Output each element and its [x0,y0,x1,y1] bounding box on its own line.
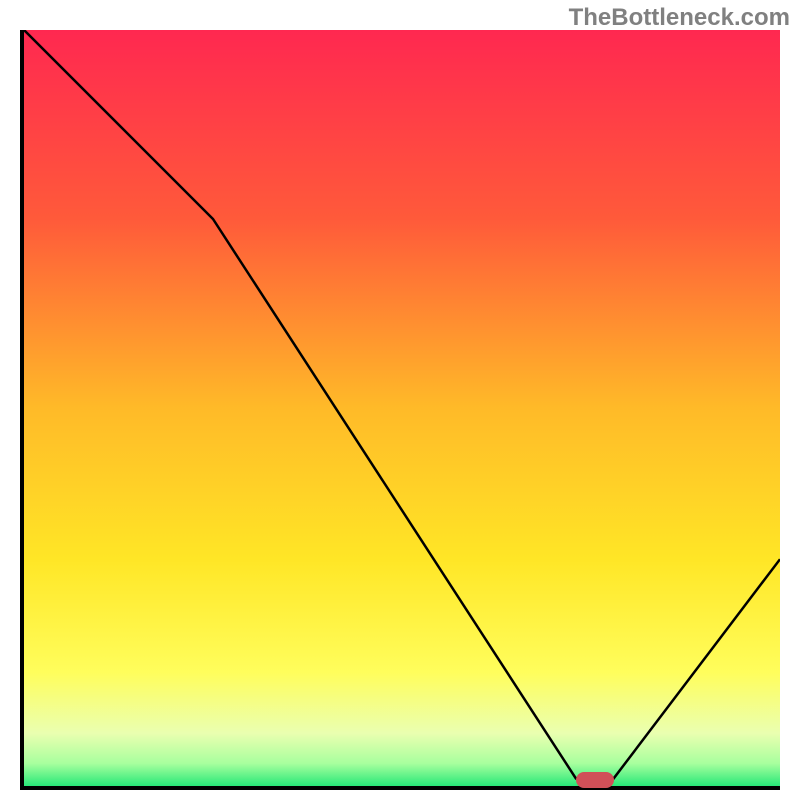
bottleneck-curve [24,30,780,786]
optimal-marker [576,772,614,788]
plot-area [20,30,780,790]
watermark-text: TheBottleneck.com [569,4,790,32]
chart-container: TheBottleneck.com [0,0,800,800]
